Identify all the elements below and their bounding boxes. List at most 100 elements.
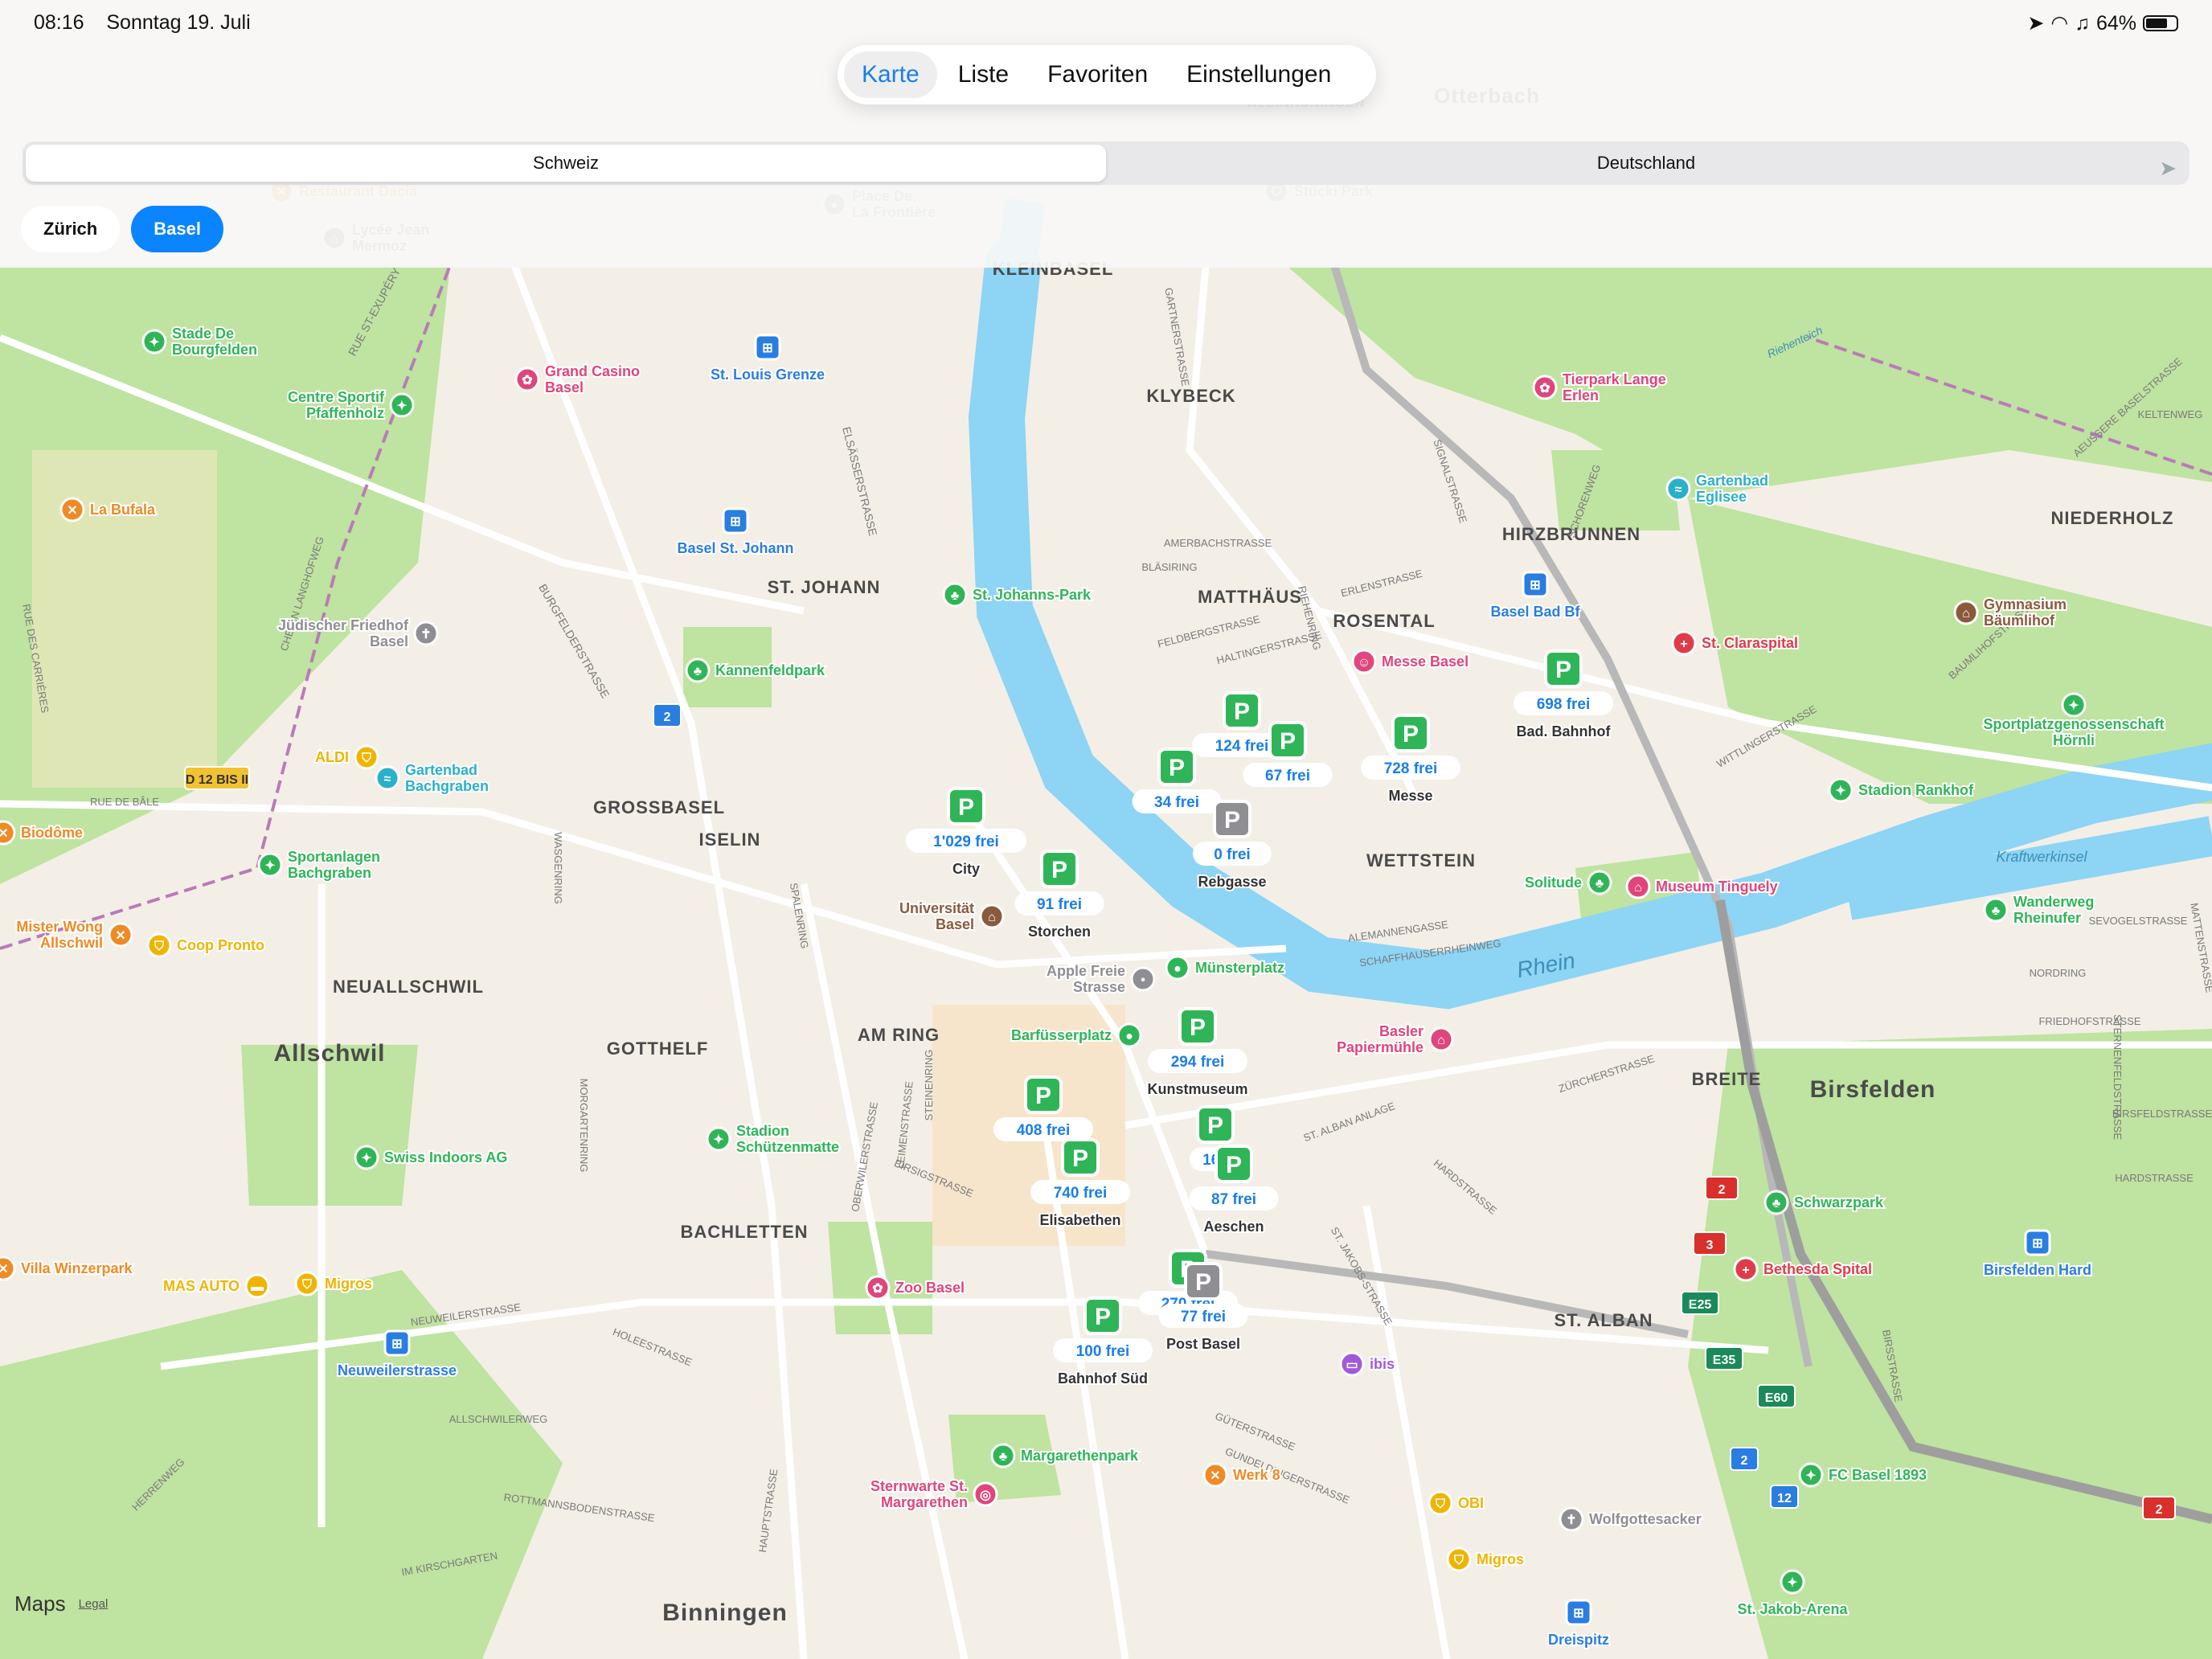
parking-icon: P bbox=[1226, 1152, 1242, 1178]
poi-shop-marker[interactable]: ⛉ Coop Pronto bbox=[146, 932, 266, 958]
locate-me-icon[interactable]: ➤ bbox=[2159, 156, 2177, 181]
parking-name: Post Basel bbox=[1166, 1336, 1240, 1352]
district-label: NIEDERHOLZ bbox=[2051, 508, 2174, 528]
road-shield-label: E25 bbox=[1689, 1298, 1712, 1312]
poi-label: Solitude bbox=[1525, 875, 1582, 891]
poi-hospital-marker[interactable]: + St. Claraspital bbox=[1671, 630, 1800, 656]
poi-label: OBI bbox=[1458, 1495, 1484, 1511]
sports-icon: ✦ bbox=[1787, 1576, 1797, 1590]
district-label: ISELIN bbox=[699, 830, 761, 850]
road-shield: E25 bbox=[1681, 1291, 1719, 1315]
street-label: BIRSFELDSTRASSE bbox=[2112, 1108, 2212, 1120]
poi-park-marker[interactable]: ♣ Kannenfeldpark bbox=[685, 657, 827, 683]
poi-shop-marker[interactable]: ⛉ Migros bbox=[1446, 1546, 1526, 1572]
poi-label: St. Louis Grenze bbox=[711, 367, 825, 383]
green-area-allschwil bbox=[241, 1045, 418, 1206]
poi-label: ALDI bbox=[315, 749, 349, 765]
district-label: ST. JOHANN bbox=[768, 577, 881, 597]
poi-hospital-marker[interactable]: + Bethesda Spital bbox=[1733, 1256, 1874, 1282]
tab-favoriten[interactable]: Favoriten bbox=[1030, 51, 1165, 98]
street-label: ALLSCHWILERWEG bbox=[449, 1413, 548, 1425]
zoo-icon: ✿ bbox=[872, 1282, 883, 1296]
district-label: WETTSTEIN bbox=[1366, 850, 1476, 870]
water-label: Kraftwerkinsel bbox=[1996, 849, 2087, 865]
poi-food-marker[interactable]: ✕ La Bufala bbox=[59, 497, 158, 522]
landmark-icon: ● bbox=[1125, 1030, 1133, 1043]
pool-icon: ≈ bbox=[1675, 483, 1682, 497]
road-shield: D 12 BIS II bbox=[184, 766, 250, 790]
parking-free-count: 91 frei bbox=[1037, 896, 1082, 913]
poi-label: ibis bbox=[1370, 1356, 1395, 1372]
zoo-icon: ✿ bbox=[1539, 382, 1550, 395]
poi-venue-marker[interactable]: ☺ Messe Basel bbox=[1351, 649, 1470, 674]
poi-label: St. Johanns-Park bbox=[973, 587, 1092, 603]
parking-free-count: 728 frei bbox=[1384, 760, 1438, 777]
poi-label: Werk 8 bbox=[1233, 1467, 1280, 1483]
venue-icon: ☺ bbox=[1358, 656, 1370, 670]
road-shield: 2 bbox=[2142, 1496, 2176, 1520]
street-label: BLÄSIRING bbox=[1141, 561, 1197, 573]
road-shield-label: 2 bbox=[2156, 1503, 2163, 1517]
food-icon: ✕ bbox=[115, 929, 125, 943]
poi-sports-marker[interactable]: ✦ FC Basel 1893 bbox=[1798, 1462, 1928, 1488]
district-label: AM RING bbox=[858, 1025, 940, 1045]
tab-liste[interactable]: Liste bbox=[940, 51, 1026, 98]
poi-label: Gartenbad Bachgraben bbox=[405, 762, 489, 794]
status-date: Sonntag 19. Juli bbox=[106, 11, 251, 34]
poi-label: Basel Bad Bf bbox=[1490, 604, 1580, 620]
tab-karte[interactable]: Karte bbox=[844, 51, 937, 98]
pool-icon: ≈ bbox=[384, 772, 391, 786]
parking-name: Aeschen bbox=[1203, 1219, 1264, 1235]
poi-landmark-marker[interactable]: ● Barfüsserplatz bbox=[1010, 1022, 1142, 1048]
poi-label: St. Claraspital bbox=[1702, 635, 1798, 651]
shop-icon: ⛉ bbox=[301, 1278, 313, 1292]
parking-name: City bbox=[952, 861, 980, 877]
parking-free-count: 34 frei bbox=[1154, 794, 1199, 811]
parking-free-count: 87 frei bbox=[1211, 1191, 1256, 1208]
road-shield: E35 bbox=[1705, 1346, 1743, 1370]
location-arrow-icon: ➤ bbox=[2027, 12, 2045, 35]
parking-icon: P bbox=[1207, 1112, 1223, 1139]
parking-icon: P bbox=[1072, 1145, 1088, 1172]
transit-icon: ⊞ bbox=[762, 342, 772, 355]
transit-icon: ⊞ bbox=[391, 1337, 402, 1351]
city-chip-basel[interactable]: Basel bbox=[131, 206, 223, 252]
country-schweiz[interactable]: Schweiz bbox=[26, 145, 1106, 182]
park-icon: ♣ bbox=[1992, 904, 2001, 918]
poi-park-marker[interactable]: ♣Wanderweg Rheinufer bbox=[1983, 892, 2095, 928]
status-bar-left: 08:16 Sonntag 19. Juli bbox=[34, 11, 251, 35]
poi-label: Sternwarte St. Margarethen bbox=[870, 1478, 968, 1510]
shop-icon: ⛉ bbox=[361, 752, 372, 765]
city-chip-zurich[interactable]: Zürich bbox=[21, 206, 121, 252]
parking-name: Rebgasse bbox=[1198, 874, 1266, 890]
poi-car-marker[interactable]: ▬ MAS AUTO bbox=[162, 1273, 270, 1299]
district-label: BREITE bbox=[1692, 1069, 1762, 1089]
poi-shop-marker[interactable]: ⛉ ALDI bbox=[313, 744, 379, 770]
poi-label: Wolfgottesacker bbox=[1589, 1511, 1702, 1527]
street-label: HARDSTRASSE bbox=[2115, 1172, 2194, 1184]
poi-food-marker[interactable]: ✕ Werk 8 bbox=[1202, 1462, 1282, 1488]
poi-park-marker[interactable]: ♣ Schwarzpark bbox=[1763, 1190, 1886, 1215]
hospital-icon: + bbox=[1742, 1264, 1749, 1277]
country-deutschland[interactable]: Deutschland bbox=[1106, 145, 2186, 182]
park-icon: ♣ bbox=[999, 1450, 1008, 1464]
road-shield: 2 bbox=[653, 703, 682, 727]
parking-icon: P bbox=[1403, 721, 1419, 748]
museum-icon: ⌂ bbox=[1634, 881, 1642, 895]
poi-park-marker[interactable]: ♣ Solitude bbox=[1523, 870, 1612, 895]
poi-food-marker[interactable]: ✕ Biodôme bbox=[0, 820, 84, 846]
road-shield-label: D 12 BIS II bbox=[186, 773, 248, 787]
poi-label: Kannenfeldpark bbox=[715, 662, 825, 678]
street-label: NORDRING bbox=[2030, 967, 2087, 979]
poi-landmark-marker[interactable]: ● Münsterplatz bbox=[1165, 955, 1286, 981]
district-label: GOTTHELF bbox=[607, 1038, 709, 1059]
casino-icon: ✿ bbox=[522, 374, 532, 387]
poi-shop-marker[interactable]: ⛉ Migros bbox=[294, 1271, 374, 1296]
poi-zoo-marker[interactable]: ✿ Zoo Basel bbox=[865, 1275, 966, 1301]
parking-name: Messe bbox=[1388, 788, 1432, 804]
legal-link[interactable]: Legal bbox=[79, 1597, 109, 1611]
tab-einstellungen[interactable]: Einstellungen bbox=[1169, 51, 1349, 98]
parking-free-count: 124 frei bbox=[1215, 738, 1269, 755]
road-shield-label: E60 bbox=[1765, 1391, 1788, 1405]
main-tab-bar: Karte Liste Favoriten Einstellungen bbox=[838, 45, 1376, 104]
